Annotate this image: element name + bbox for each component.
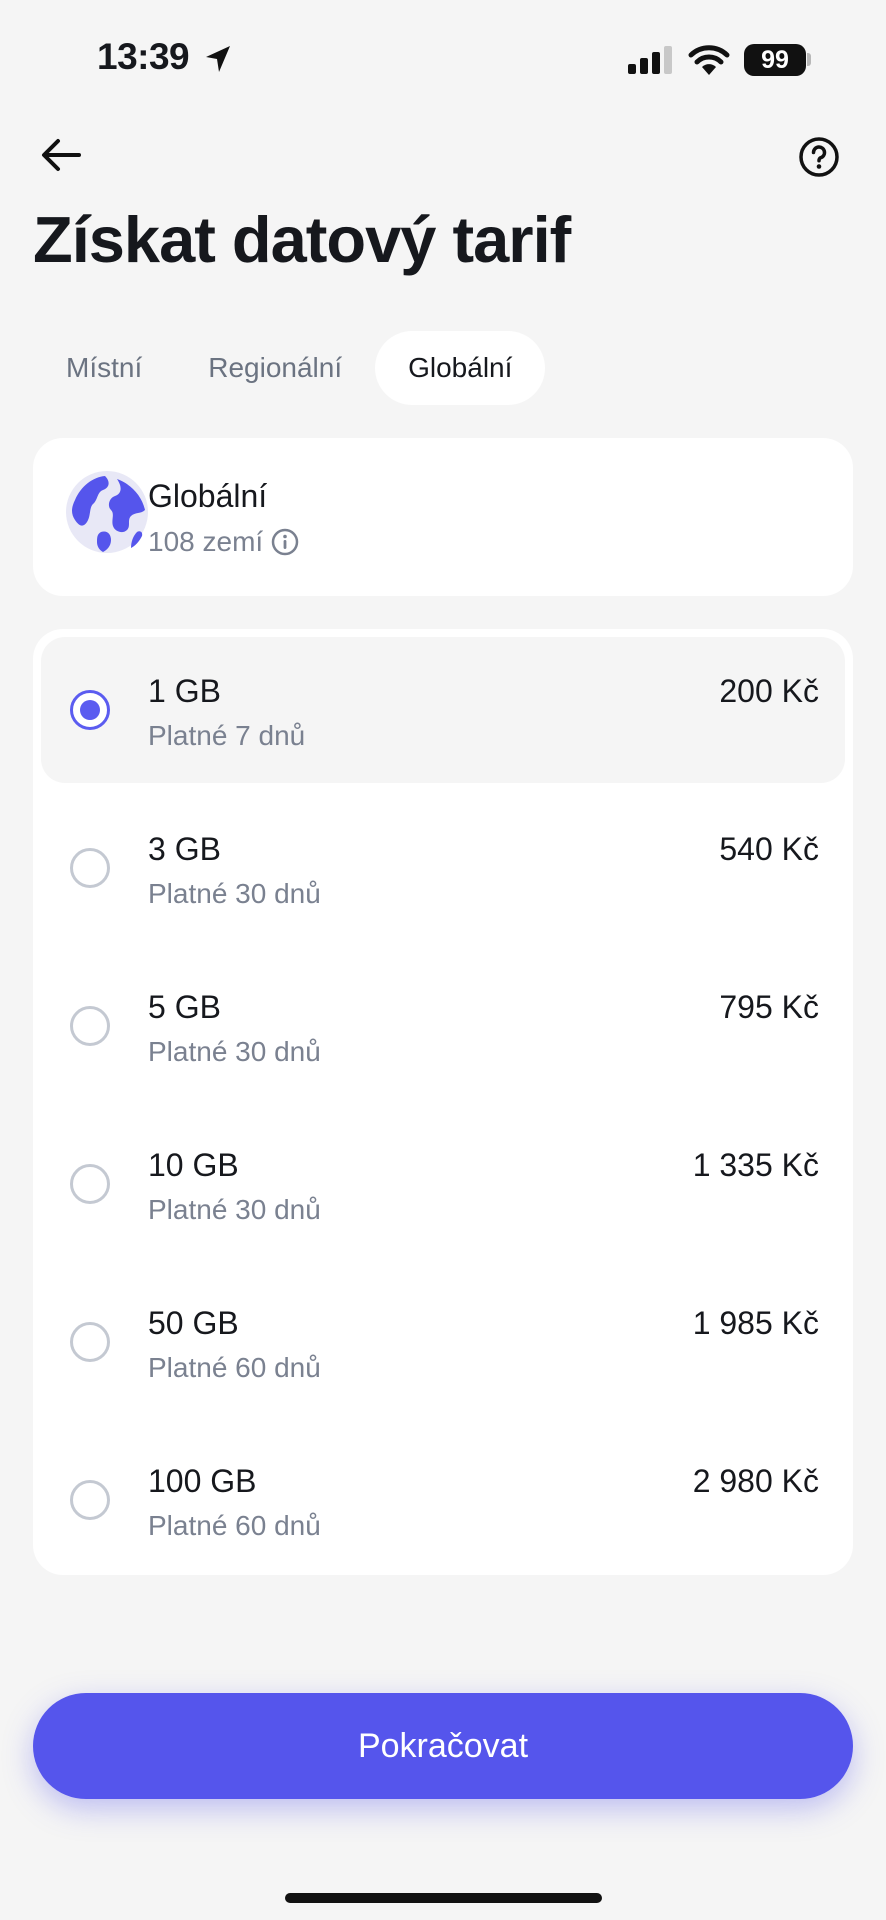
back-button[interactable] — [36, 130, 86, 180]
region-name: Globální — [148, 478, 268, 514]
plan-size: 10 GB — [148, 1147, 239, 1183]
radio-button[interactable] — [70, 1006, 110, 1046]
battery-cap — [807, 53, 811, 66]
page-title: Získat datový tarif — [33, 203, 571, 276]
plan-size: 1 GB — [148, 673, 221, 709]
plan-price: 540 Kč — [719, 831, 819, 867]
radio-button[interactable] — [70, 1164, 110, 1204]
region-countries-label: 108 zemí — [148, 526, 264, 557]
plan-validity: Platné 30 dnů — [148, 1036, 321, 1067]
radio-button[interactable] — [70, 1322, 110, 1362]
info-icon[interactable] — [271, 528, 299, 556]
plan-price: 2 980 Kč — [692, 1463, 819, 1499]
plan-option-10gb[interactable]: 10 GB Platné 30 dnů 1 335 Kč — [41, 1111, 845, 1257]
help-button[interactable] — [796, 134, 842, 180]
plan-validity: Platné 30 dnů — [148, 878, 321, 909]
help-icon — [799, 137, 839, 177]
plans-list: 1 GB Platné 7 dnů 200 Kč 3 GB Platné 30 … — [33, 629, 853, 1575]
location-arrow-icon — [204, 44, 232, 79]
home-indicator[interactable] — [285, 1893, 602, 1903]
plan-option-3gb[interactable]: 3 GB Platné 30 dnů 540 Kč — [41, 795, 845, 941]
plan-size: 100 GB — [148, 1463, 257, 1499]
plan-price: 795 Kč — [719, 989, 819, 1025]
tab-bar: Místní Regionální Globální — [33, 331, 546, 405]
globe-icon — [65, 470, 149, 559]
back-arrow-icon — [42, 139, 81, 171]
plan-size: 3 GB — [148, 831, 221, 867]
plan-size: 50 GB — [148, 1305, 239, 1341]
status-bar: 13:39 99 — [0, 0, 886, 120]
plan-option-100gb[interactable]: 100 GB Platné 60 dnů 2 980 Kč — [41, 1427, 845, 1573]
plan-size: 5 GB — [148, 989, 221, 1025]
tab-global[interactable]: Globální — [375, 331, 546, 405]
plan-validity: Platné 60 dnů — [148, 1510, 321, 1541]
continue-button[interactable]: Pokračovat — [33, 1693, 853, 1799]
tab-regional[interactable]: Regionální — [175, 331, 375, 405]
plan-price: 1 335 Kč — [692, 1147, 819, 1183]
tab-local[interactable]: Místní — [33, 331, 175, 405]
plan-option-5gb[interactable]: 5 GB Platné 30 dnů 795 Kč — [41, 953, 845, 1099]
cellular-signal-icon — [628, 46, 674, 79]
wifi-icon — [688, 43, 730, 80]
region-card — [33, 438, 853, 596]
plan-option-50gb[interactable]: 50 GB Platné 60 dnů 1 985 Kč — [41, 1269, 845, 1415]
plan-validity: Platné 7 dnů — [148, 720, 306, 751]
radio-button[interactable] — [70, 1480, 110, 1520]
plan-validity: Platné 30 dnů — [148, 1194, 321, 1225]
battery-icon: 99 — [744, 44, 806, 76]
plan-validity: Platné 60 dnů — [148, 1352, 321, 1383]
status-time: 13:39 — [97, 36, 190, 77]
radio-button[interactable] — [70, 848, 110, 888]
plan-price: 1 985 Kč — [692, 1305, 819, 1341]
radio-button-selected[interactable] — [70, 690, 110, 730]
plan-option-1gb[interactable]: 1 GB Platné 7 dnů 200 Kč — [41, 637, 845, 783]
plan-price: 200 Kč — [719, 673, 819, 709]
region-countries: 108 zemí — [148, 526, 299, 558]
